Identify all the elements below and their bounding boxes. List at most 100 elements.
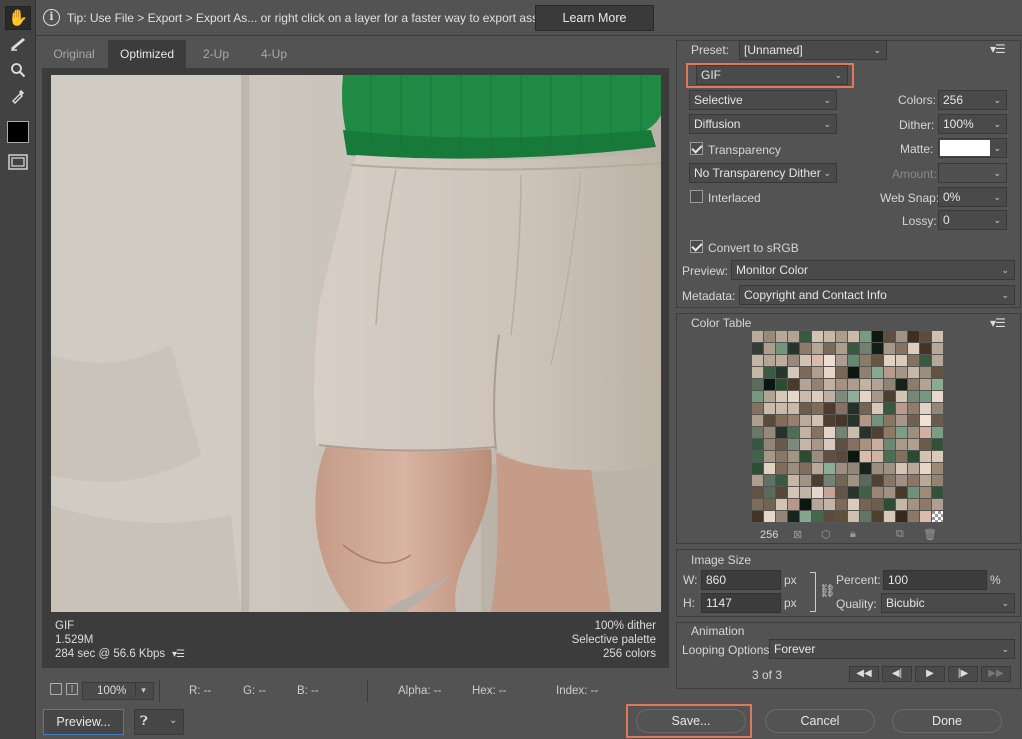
optimize-menu-icon[interactable]: ▾☰ bbox=[990, 42, 1006, 56]
color-swatch[interactable] bbox=[775, 354, 787, 366]
color-swatch[interactable] bbox=[871, 390, 883, 402]
tab-2-up[interactable]: 2-Up bbox=[188, 40, 244, 68]
color-swatch[interactable] bbox=[751, 450, 763, 462]
color-swatch[interactable] bbox=[751, 414, 763, 426]
color-swatch[interactable] bbox=[883, 366, 895, 378]
color-swatch[interactable] bbox=[919, 342, 931, 354]
color-swatch[interactable] bbox=[859, 498, 871, 510]
color-swatch[interactable] bbox=[883, 390, 895, 402]
color-swatch[interactable] bbox=[907, 330, 919, 342]
color-swatch[interactable] bbox=[823, 438, 835, 450]
color-swatch[interactable] bbox=[895, 342, 907, 354]
color-swatch[interactable] bbox=[871, 402, 883, 414]
color-swatch[interactable] bbox=[907, 486, 919, 498]
color-swatch[interactable] bbox=[871, 462, 883, 474]
color-swatch[interactable] bbox=[835, 438, 847, 450]
color-swatch[interactable] bbox=[919, 438, 931, 450]
color-swatch[interactable] bbox=[895, 510, 907, 522]
color-swatch[interactable] bbox=[907, 378, 919, 390]
file-format-dropdown[interactable]: GIF ⌄ bbox=[696, 65, 848, 85]
color-swatch[interactable] bbox=[787, 378, 799, 390]
color-swatch[interactable] bbox=[787, 342, 799, 354]
color-swatch[interactable] bbox=[883, 498, 895, 510]
quality-dropdown[interactable]: Bicubic ⌄ bbox=[881, 593, 1015, 613]
color-swatch[interactable] bbox=[847, 438, 859, 450]
color-swatch[interactable] bbox=[811, 438, 823, 450]
color-swatch[interactable] bbox=[835, 342, 847, 354]
toggle-slices-icon[interactable] bbox=[5, 150, 31, 174]
color-swatch[interactable] bbox=[823, 378, 835, 390]
color-swatch[interactable] bbox=[823, 342, 835, 354]
color-swatch[interactable] bbox=[799, 510, 811, 522]
color-swatch[interactable] bbox=[751, 462, 763, 474]
color-swatch[interactable] bbox=[859, 450, 871, 462]
color-swatch[interactable] bbox=[871, 414, 883, 426]
color-swatch[interactable] bbox=[919, 462, 931, 474]
color-swatch[interactable] bbox=[883, 402, 895, 414]
color-swatch[interactable] bbox=[775, 486, 787, 498]
color-swatch[interactable] bbox=[763, 426, 775, 438]
color-swatch[interactable] bbox=[895, 414, 907, 426]
color-swatch[interactable] bbox=[835, 378, 847, 390]
preview-in-browser-button[interactable]: Preview... bbox=[43, 709, 124, 735]
height-field[interactable]: 1147 bbox=[701, 593, 781, 613]
color-swatch[interactable] bbox=[811, 450, 823, 462]
color-swatch[interactable] bbox=[847, 510, 859, 522]
color-swatch[interactable] bbox=[811, 474, 823, 486]
color-swatch[interactable] bbox=[763, 486, 775, 498]
color-swatch[interactable] bbox=[919, 450, 931, 462]
color-swatch[interactable] bbox=[811, 366, 823, 378]
color-swatch[interactable] bbox=[859, 402, 871, 414]
color-swatch[interactable] bbox=[847, 330, 859, 342]
color-swatch[interactable] bbox=[919, 330, 931, 342]
color-swatch[interactable] bbox=[931, 330, 943, 342]
color-swatch[interactable] bbox=[787, 450, 799, 462]
color-swatch[interactable] bbox=[811, 378, 823, 390]
color-swatch[interactable] bbox=[895, 330, 907, 342]
color-swatch[interactable] bbox=[883, 474, 895, 486]
color-swatch[interactable] bbox=[835, 462, 847, 474]
color-swatch[interactable] bbox=[823, 486, 835, 498]
color-swatch[interactable] bbox=[871, 366, 883, 378]
color-swatch[interactable] bbox=[907, 366, 919, 378]
color-swatch[interactable] bbox=[763, 342, 775, 354]
color-swatch[interactable] bbox=[775, 330, 787, 342]
color-swatch[interactable] bbox=[775, 474, 787, 486]
hand-tool-icon[interactable]: ✋ bbox=[5, 6, 31, 30]
color-swatch[interactable] bbox=[775, 498, 787, 510]
dither-field[interactable]: 100% ⌄ bbox=[938, 114, 1007, 134]
color-swatch[interactable] bbox=[811, 330, 823, 342]
map-to-web-icon[interactable]: ⊠ bbox=[793, 528, 802, 541]
color-swatch[interactable] bbox=[823, 366, 835, 378]
color-swatch[interactable] bbox=[811, 342, 823, 354]
color-swatch[interactable] bbox=[775, 402, 787, 414]
save-button[interactable]: Save... bbox=[636, 709, 746, 733]
color-swatch[interactable] bbox=[895, 378, 907, 390]
color-swatch[interactable] bbox=[871, 498, 883, 510]
color-swatch[interactable] bbox=[823, 354, 835, 366]
color-swatch[interactable] bbox=[883, 330, 895, 342]
color-swatch[interactable] bbox=[799, 402, 811, 414]
color-swatch[interactable] bbox=[823, 510, 835, 522]
color-swatch[interactable] bbox=[859, 366, 871, 378]
color-swatch[interactable] bbox=[883, 450, 895, 462]
color-swatch[interactable] bbox=[751, 498, 763, 510]
color-swatch[interactable] bbox=[751, 474, 763, 486]
color-table-menu-icon[interactable]: ▾☰ bbox=[990, 316, 1006, 330]
color-swatch[interactable] bbox=[787, 390, 799, 402]
color-swatch[interactable] bbox=[919, 498, 931, 510]
color-swatch[interactable] bbox=[895, 462, 907, 474]
color-swatch[interactable] bbox=[811, 354, 823, 366]
color-swatch[interactable] bbox=[835, 366, 847, 378]
color-swatch[interactable] bbox=[763, 498, 775, 510]
zoom-dropdown-chevron-icon[interactable]: ▾ bbox=[135, 683, 151, 697]
color-swatch[interactable] bbox=[847, 402, 859, 414]
color-swatch[interactable] bbox=[859, 426, 871, 438]
color-swatch[interactable] bbox=[859, 414, 871, 426]
color-swatch[interactable] bbox=[835, 390, 847, 402]
play-icon[interactable]: ▶ bbox=[915, 666, 945, 682]
color-swatch[interactable] bbox=[907, 390, 919, 402]
color-swatch[interactable] bbox=[787, 510, 799, 522]
color-swatch[interactable] bbox=[859, 462, 871, 474]
color-swatch[interactable] bbox=[811, 426, 823, 438]
